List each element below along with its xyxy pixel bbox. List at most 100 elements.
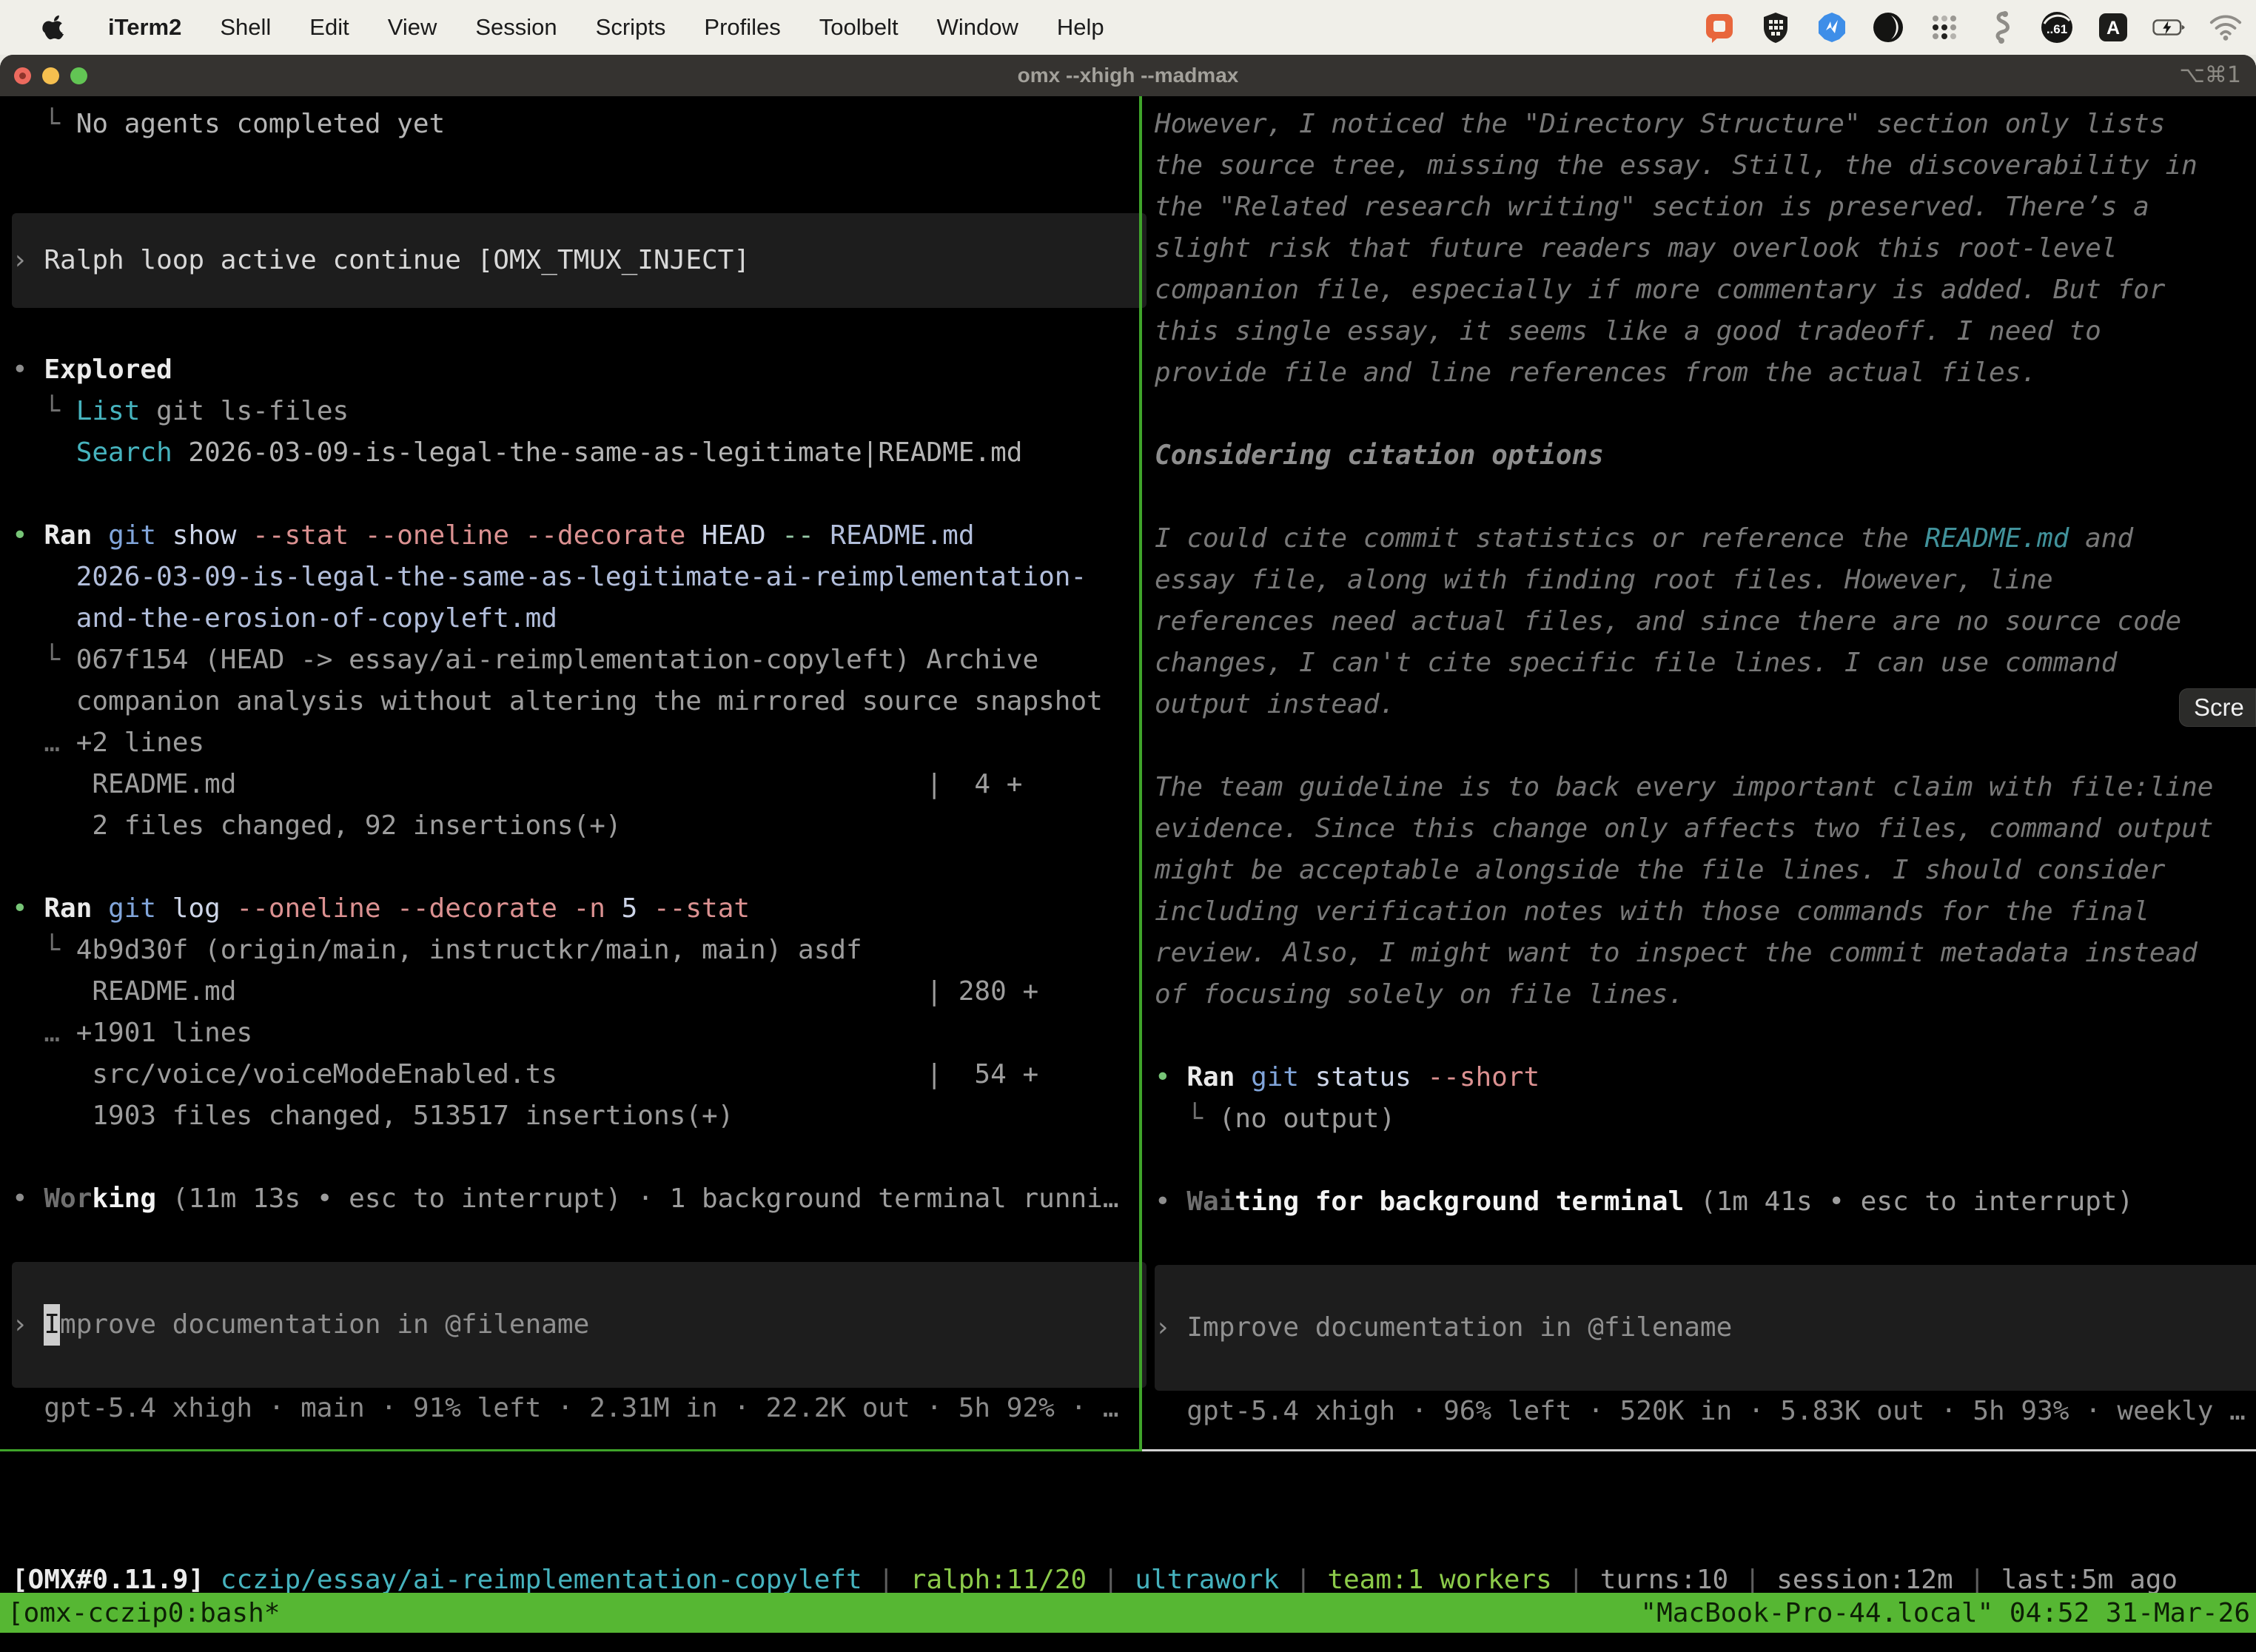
seg-gray: 1903 files changed, 513517 insertions(+): [12, 1101, 733, 1131]
seg-think: companion file, especially if more comme…: [1155, 275, 2165, 305]
tmux-pane-bottom[interactable]: [OMX#0.11.9] cczip/essay/ai-reimplementa…: [0, 1451, 2256, 1593]
seg-omxg: ralph:11/20: [910, 1565, 1087, 1595]
terminal-line: references need actual files, and since …: [1155, 601, 2256, 642]
seg-shdim: Wai: [1186, 1186, 1235, 1217]
seg-cyan: List: [76, 396, 141, 426]
seg-arg: log: [172, 893, 237, 924]
menu-item-scripts[interactable]: Scripts: [596, 14, 666, 41]
terminal-line: └ (no output): [1155, 1098, 2256, 1140]
menu-item-toolbelt[interactable]: Toolbelt: [819, 14, 899, 41]
seg-think: evidence. Since this change only affects…: [1155, 813, 2213, 844]
seg-think: changes, I can't cite specific file line…: [1155, 648, 2117, 678]
seg-prompt: ›: [12, 1304, 44, 1346]
seg-blue: git: [108, 893, 172, 924]
verified-badge-icon[interactable]: [1815, 10, 1849, 44]
seg-thinkb: Considering citation options: [1155, 440, 1604, 471]
terminal-line: and-the-erosion-of-copyleft.md: [12, 598, 1151, 639]
seg-think: I could cite commit statistics or refere…: [1155, 523, 1924, 554]
prompt-input-box[interactable]: › Improve documentation in @filename: [1155, 1265, 2256, 1391]
seg-gray: (11m 13s • esc to interrupt) · 1 backgro…: [156, 1183, 1118, 1214]
terminal-line: essay file, along with finding root file…: [1155, 560, 2256, 601]
seg-think: the source tree, missing the essay. Stil…: [1155, 150, 2198, 181]
blank-line: [1155, 725, 2256, 767]
seg-think: essay file, along with finding root file…: [1155, 565, 2053, 595]
seg-think: including verification notes with those …: [1155, 896, 2149, 927]
seg-gray: (1m 41s • esc to interrupt): [1684, 1186, 2133, 1217]
menu-item-edit[interactable]: Edit: [309, 14, 349, 41]
seg-think: slight risk that future readers may over…: [1155, 233, 2117, 263]
terminal-line: might be acceptable alongside the file l…: [1155, 850, 2256, 891]
seg-white: Ran: [1186, 1062, 1251, 1092]
seg-gray: 2 files changed, 92 insertions(+): [12, 810, 622, 841]
seg-flag: --stat: [654, 893, 750, 924]
menu-item-shell[interactable]: Shell: [220, 14, 271, 41]
terminal-line: Search 2026-03-09-is-legal-the-same-as-l…: [12, 432, 1151, 474]
terminal-line: the source tree, missing the essay. Stil…: [1155, 145, 2256, 187]
seg-gray: 4b9d30f (origin/main, instructkr/main, m…: [76, 935, 862, 965]
seg-prompt: ›: [1155, 1307, 1186, 1349]
battery-percent-text: ..61: [2047, 22, 2067, 36]
battery-percent-badge[interactable]: ..61: [2040, 10, 2074, 44]
seg-gray: last:5m ago: [2001, 1565, 2178, 1595]
apple-menu-icon[interactable]: [41, 11, 71, 44]
tmux-pane-left[interactable]: └ No agents completed yet› Ralph loop ac…: [0, 96, 1151, 1457]
dots-grid-icon[interactable]: [1927, 10, 1961, 44]
terminal-line: slight risk that future readers may over…: [1155, 228, 2256, 269]
seg-arg: 5: [622, 893, 654, 924]
terminal-line: └ 067f154 (HEAD -> essay/ai-reimplementa…: [12, 639, 1151, 681]
seg-gb: •: [12, 520, 44, 551]
seg-shbright: ting for background terminal: [1235, 1186, 1684, 1217]
blank-line: [12, 1137, 1151, 1178]
terminal-line: • Working (11m 13s • esc to interrupt) ·…: [12, 1178, 1151, 1220]
menu-item-help[interactable]: Help: [1057, 14, 1104, 41]
seg-sep: |: [1087, 1565, 1135, 1595]
tmux-pane-right[interactable]: However, I noticed the "Directory Struct…: [1143, 96, 2256, 1457]
squiggle-icon[interactable]: [1984, 10, 2018, 44]
pane-divider[interactable]: [1139, 96, 1142, 1449]
prompt-input-box[interactable]: › Improve documentation in @filename: [12, 1262, 1147, 1388]
menu-item-window[interactable]: Window: [937, 14, 1018, 41]
seg-shdim: Wor: [44, 1183, 92, 1214]
seg-gray: +1901 lines: [76, 1018, 252, 1048]
seg-dim: …: [12, 1018, 76, 1048]
screen-recording-icon[interactable]: [1702, 10, 1736, 44]
terminal-line: 2026-03-09-is-legal-the-same-as-legitima…: [12, 557, 1151, 598]
terminal-line: review. Also, I might want to inspect th…: [1155, 933, 2256, 974]
injected-prompt-box[interactable]: › Ralph loop active continue [OMX_TMUX_I…: [12, 213, 1147, 308]
seg-cyan: cczip/essay/ai-reimplementation-copyleft: [221, 1565, 862, 1595]
seg-blue: git: [108, 520, 172, 551]
blank-line: [1155, 1015, 2256, 1057]
seg-gray: README.md | 4 +: [12, 769, 1022, 799]
wifi-icon[interactable]: [2209, 10, 2243, 44]
seg-gray: git ls-files: [140, 396, 349, 426]
shield-grid-icon[interactable]: [1759, 10, 1793, 44]
seg-omxg: team:1 workers: [1327, 1565, 1551, 1595]
terminal-line: • Waiting for background terminal (1m 41…: [1155, 1181, 2256, 1223]
seg-dim: └: [12, 109, 76, 139]
terminal-line: gpt-5.4 xhigh · main · 91% left · 2.31M …: [12, 1388, 1151, 1429]
battery-charging-icon[interactable]: [2152, 10, 2186, 44]
seg-psep: --: [782, 520, 830, 551]
seg-flag: --short: [1427, 1062, 1540, 1092]
terminal-line: • Explored: [12, 349, 1151, 391]
seg-file: README.md: [830, 520, 974, 551]
input-source-a-icon[interactable]: A: [2096, 10, 2130, 44]
moon-icon[interactable]: [1871, 10, 1905, 44]
seg-gb: •: [12, 893, 44, 924]
window-title-bar: omx --xhigh --madmax ⌥⌘1: [0, 55, 2256, 96]
seg-think: and: [2069, 523, 2133, 554]
blank-line: [12, 145, 1151, 187]
menu-item-view[interactable]: View: [388, 14, 437, 41]
window-title: omx --xhigh --madmax: [0, 55, 2256, 96]
menu-item-iterm2[interactable]: iTerm2: [108, 14, 181, 41]
seg-white: Ran: [44, 893, 108, 924]
iterm2-window: omx --xhigh --madmax ⌥⌘1 └ No agents com…: [0, 55, 2256, 1652]
terminal-line: including verification notes with those …: [1155, 891, 2256, 933]
omx-status-line: [OMX#0.11.9] cczip/essay/ai-reimplementa…: [0, 1534, 2256, 1601]
screen-share-chip[interactable]: Scre: [2179, 688, 2256, 727]
menu-item-profiles[interactable]: Profiles: [704, 14, 780, 41]
menu-item-session[interactable]: Session: [475, 14, 557, 41]
seg-tfile: README.md: [1924, 523, 2069, 554]
terminal-line: … +2 lines: [12, 722, 1151, 764]
seg-white: Explored: [44, 355, 172, 385]
